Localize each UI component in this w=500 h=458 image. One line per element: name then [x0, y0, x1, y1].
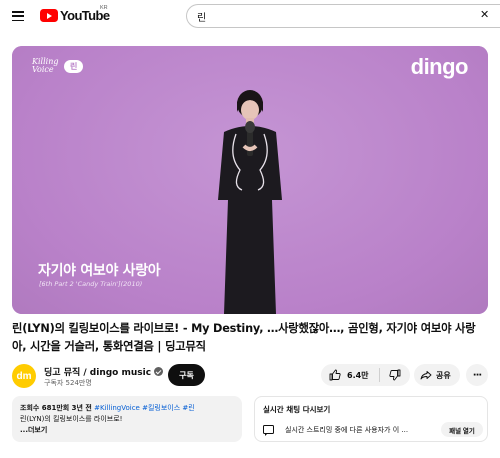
description-preview: 린(LYN)의 킬링보이스를 라이브로!	[20, 415, 123, 423]
channel-avatar[interactable]: dm	[12, 364, 36, 388]
subscriber-count: 구독자 524만명	[44, 379, 92, 387]
description-box[interactable]: 조회수 681만회 3년 전 #KillingVoice #킬링보이스 #린 린…	[12, 396, 242, 442]
open-panel-button[interactable]: 패널 열기	[441, 422, 483, 437]
dingo-brand-logo: dingo	[410, 54, 469, 79]
overlay-song-subtitle: [6th Part 2 'Candy Train'](2010)	[39, 280, 143, 288]
like-dislike-group: 6.4만	[321, 364, 410, 386]
description-line-1: 조회수 681만회 3년 전 #KillingVoice #킬링보이스 #린	[20, 403, 234, 414]
more-horizontal-icon[interactable]: ···	[466, 364, 488, 386]
share-button[interactable]: 공유	[414, 364, 460, 386]
series-badge: Killing Voice 린	[32, 57, 84, 74]
close-icon[interactable]: ✕	[480, 9, 489, 20]
video-player[interactable]: Killing Voice 린 dingo 자기야 여보야 사랑아 [6th P…	[12, 46, 488, 314]
live-chat-title: 실시간 채팅 다시보기	[263, 405, 331, 414]
live-chat-message: 실시간 스트리밍 중에 다른 사용자가 이 ...	[285, 426, 409, 434]
thumbs-up-icon	[329, 369, 341, 381]
overlay-song-title: 자기야 여보야 사랑아	[38, 263, 161, 279]
top-bar: YouTube KR ✕	[0, 0, 500, 34]
video-title: 린(LYN)의 킬링보이스를 라이브로! - My Destiny, …사랑했잖…	[12, 322, 476, 353]
verified-check-icon	[154, 367, 164, 376]
live-chat-replay-panel: 실시간 채팅 다시보기 실시간 스트리밍 중에 다른 사용자가 이 ... 패널…	[254, 396, 488, 442]
like-count: 6.4만	[347, 370, 369, 380]
show-more-link[interactable]: ...더보기	[20, 425, 234, 436]
subscribe-button[interactable]: 구독	[168, 364, 205, 386]
chat-bubble-icon	[263, 425, 274, 436]
share-arrow-icon	[420, 371, 432, 380]
series-badge-name: 린	[64, 59, 84, 73]
hashtags[interactable]: #KillingVoice #킬링보이스 #린	[94, 404, 195, 412]
series-badge-title: Killing Voice	[32, 57, 59, 74]
search-box[interactable]	[186, 4, 500, 28]
hamburger-menu-icon[interactable]	[12, 11, 24, 21]
singer-figure	[218, 90, 282, 314]
share-label: 공유	[436, 370, 451, 380]
channel-name[interactable]: 딩고 뮤직 / dingo music	[44, 365, 164, 378]
search-input[interactable]	[197, 10, 467, 22]
thumbs-down-icon	[389, 369, 401, 381]
dislike-button[interactable]	[380, 364, 410, 386]
region-code: KR	[100, 5, 108, 11]
like-button[interactable]: 6.4만	[321, 364, 379, 386]
channel-name-text: 딩고 뮤직 / dingo music	[44, 368, 152, 378]
youtube-logo-icon	[40, 9, 58, 22]
view-stats: 조회수 681만회 3년 전	[20, 404, 92, 412]
